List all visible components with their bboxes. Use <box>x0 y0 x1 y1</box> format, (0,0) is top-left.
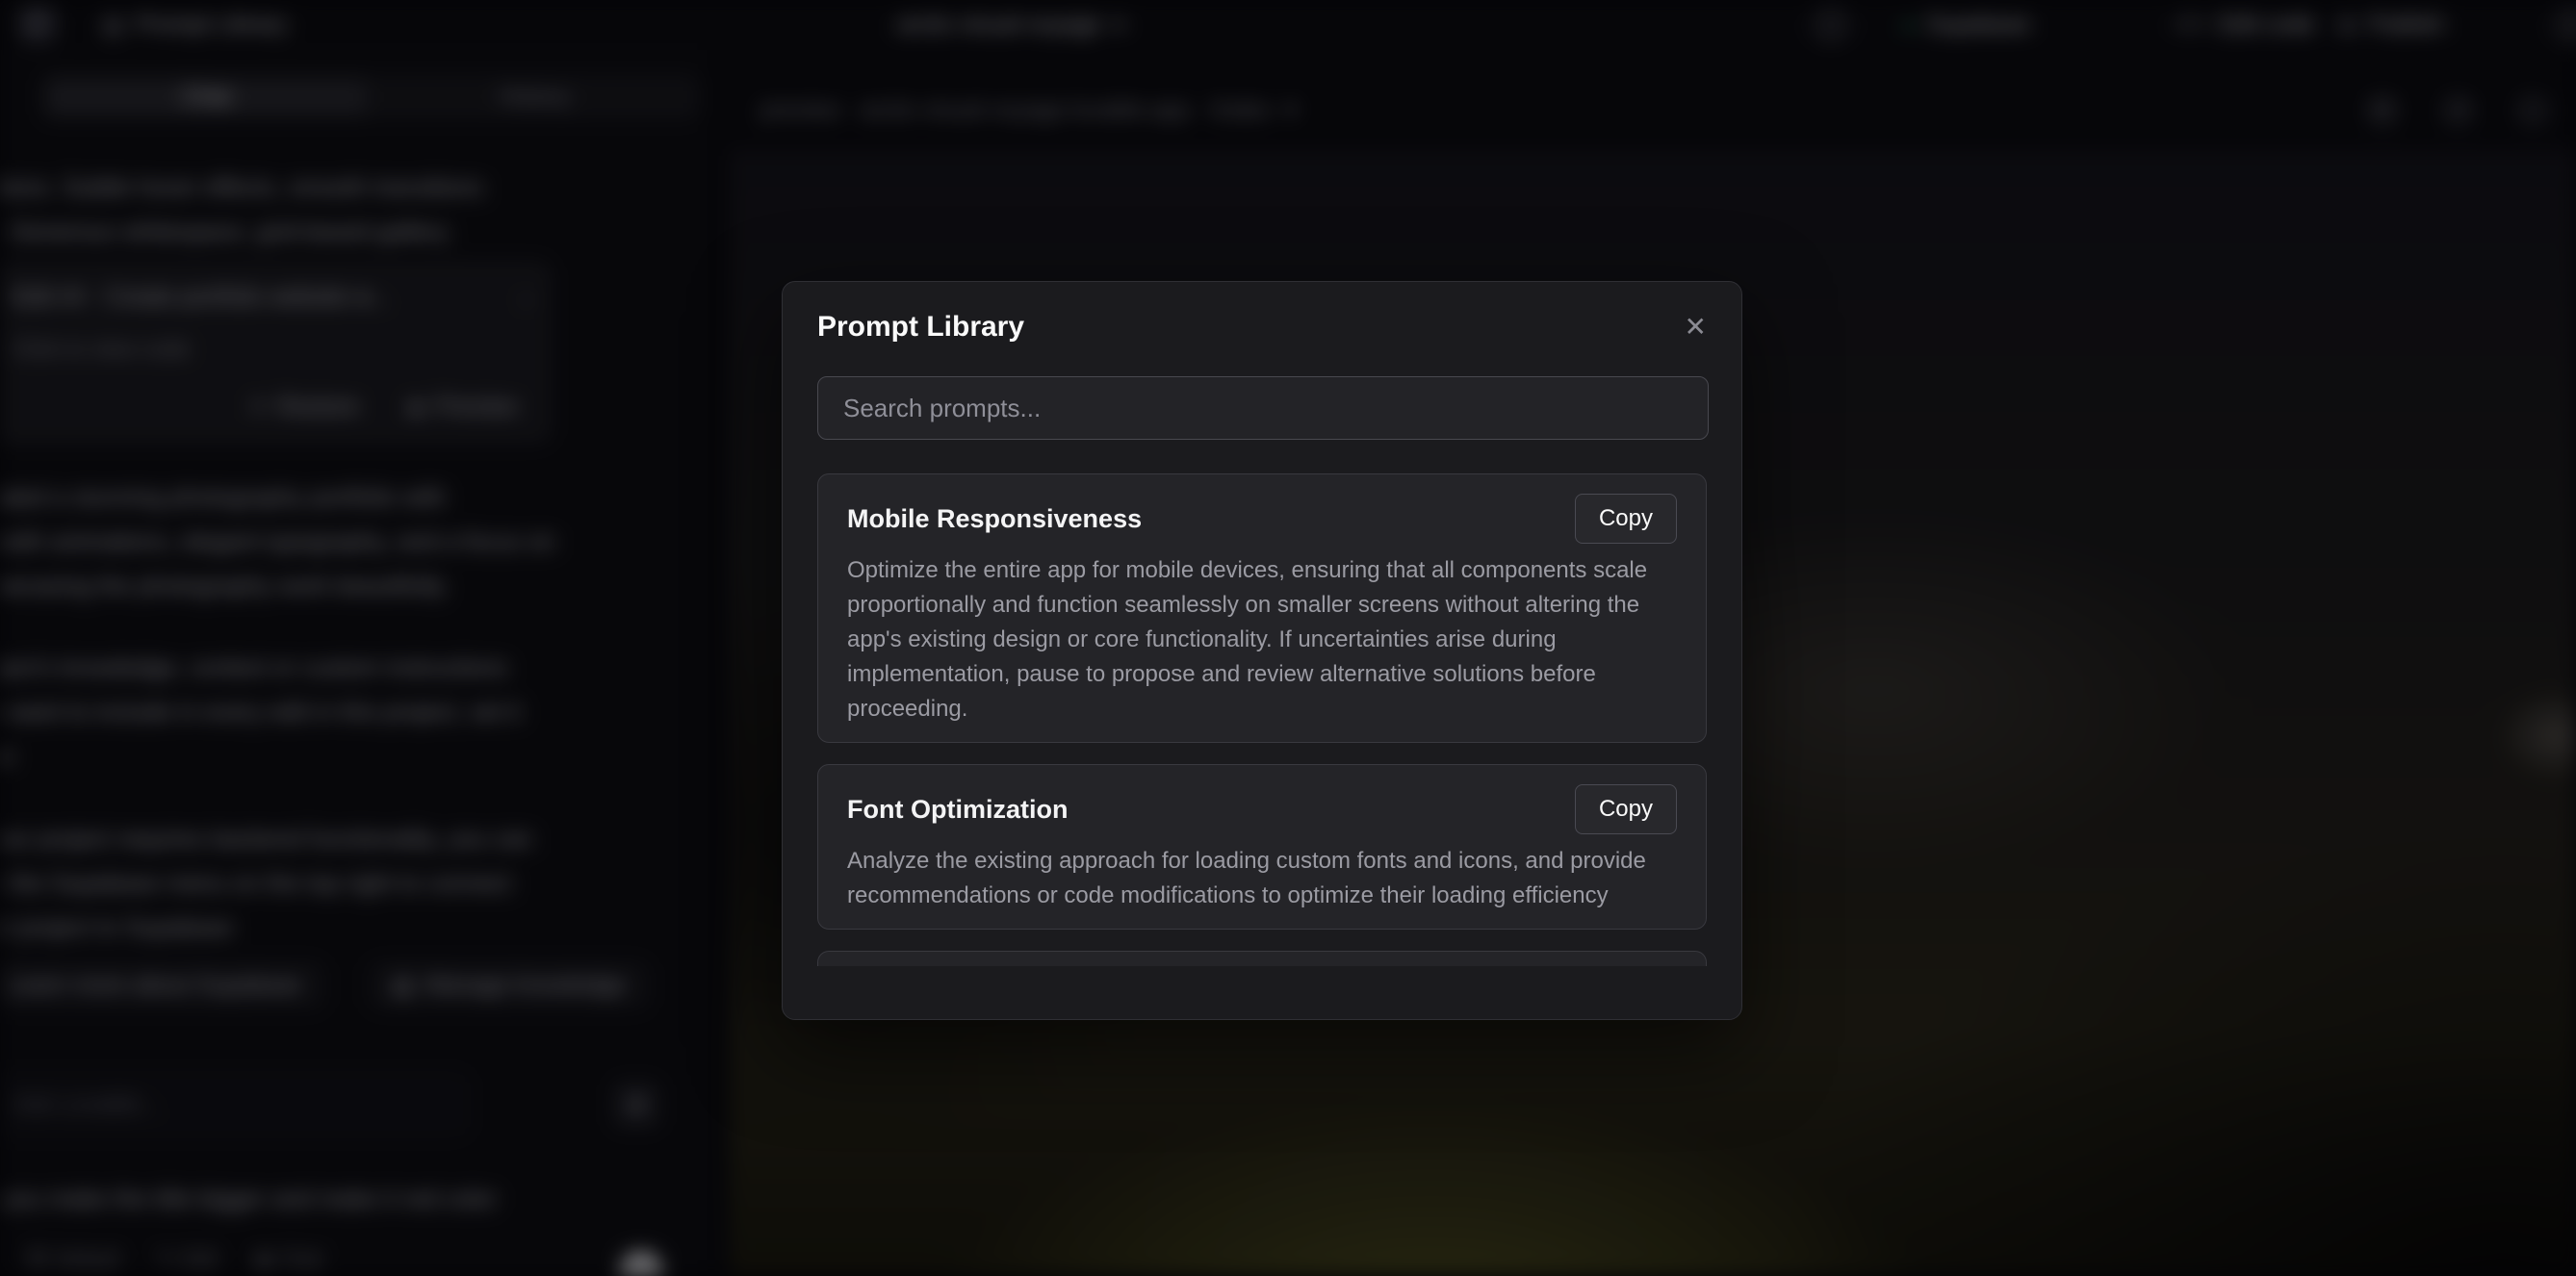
modal-header: Prompt Library ✕ <box>783 282 1741 344</box>
modal-title: Prompt Library <box>817 311 1024 344</box>
prompt-card-peek[interactable] <box>817 951 1707 966</box>
prompt-title: Font Optimization <box>847 795 1068 825</box>
close-icon[interactable]: ✕ <box>1685 314 1707 341</box>
prompt-card[interactable]: Font Optimization Copy Analyze the exist… <box>817 764 1707 930</box>
prompt-list: Mobile Responsiveness Copy Optimize the … <box>817 473 1707 966</box>
prompt-title: Mobile Responsiveness <box>847 504 1142 534</box>
screen: ▤ Prompt Library arctic-visual-voyage ▾ … <box>0 0 2576 1276</box>
copy-button[interactable]: Copy <box>1575 494 1677 544</box>
prompt-card[interactable]: Mobile Responsiveness Copy Optimize the … <box>817 473 1707 743</box>
prompt-card-header: Mobile Responsiveness Copy <box>847 494 1677 544</box>
prompt-card-header: Font Optimization Copy <box>847 784 1677 834</box>
prompt-description: Optimize the entire app for mobile devic… <box>847 553 1677 727</box>
prompt-description: Analyze the existing approach for loadin… <box>847 844 1677 913</box>
search-input[interactable] <box>817 376 1709 440</box>
prompt-library-modal: Prompt Library ✕ Mobile Responsiveness C… <box>782 281 1742 1020</box>
copy-button[interactable]: Copy <box>1575 784 1677 834</box>
